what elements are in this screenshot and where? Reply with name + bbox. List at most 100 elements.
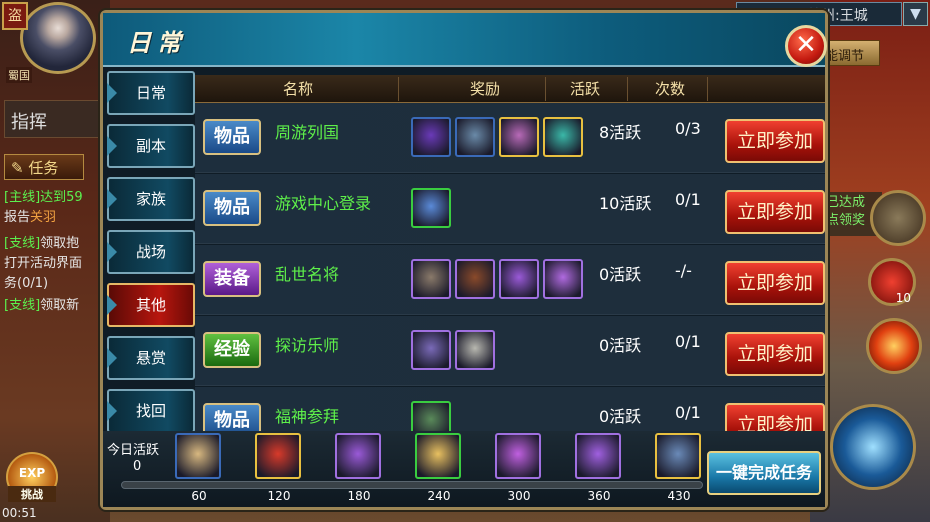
category-badge: 物品 — [203, 119, 261, 155]
milestone-points: 120 — [267, 489, 291, 503]
activity-name: 周游列国 — [275, 123, 340, 142]
milestone-points: 360 — [587, 489, 611, 503]
purple-crystal-icon[interactable] — [335, 433, 381, 479]
scroll-icon[interactable] — [499, 117, 539, 157]
armor-set-icon[interactable] — [655, 433, 701, 479]
crystal-cube-icon[interactable] — [455, 117, 495, 157]
purple-gem-icon[interactable] — [575, 433, 621, 479]
quest-side-1[interactable]: [支线]领取抱 — [4, 234, 104, 254]
quest-tag: [支线] — [4, 236, 41, 251]
purple-orb-icon[interactable] — [411, 117, 451, 157]
attempt-count: -/- — [675, 261, 692, 280]
header-reward: 奖励 — [469, 80, 500, 98]
red-gift-icon[interactable] — [255, 433, 301, 479]
header-divider — [398, 77, 399, 101]
progress-track — [121, 481, 703, 489]
command-label: 指挥 — [11, 112, 47, 133]
table-row: 经验 探访乐师 0活跃 0/1 立即参加 — [195, 316, 825, 386]
quest-npc: 关羽 — [30, 210, 57, 225]
fire-skill-icon[interactable] — [866, 318, 922, 374]
activity-name: 游戏中心登录 — [275, 194, 372, 213]
general-figure-icon[interactable] — [411, 259, 451, 299]
country-label: 蜀国 — [6, 67, 32, 83]
task-tab-label: 任务 — [28, 159, 59, 177]
tab-4[interactable]: 其他 — [107, 283, 195, 327]
join-button[interactable]: 立即参加 — [725, 261, 825, 305]
quest-line: 报告 — [4, 210, 31, 225]
task-tab-button[interactable]: ✎ 任务 — [4, 154, 84, 180]
header-name: 名称 — [282, 80, 313, 98]
pink-shard-icon[interactable] — [495, 433, 541, 479]
festival-button[interactable]: 能调节 — [822, 40, 880, 66]
join-button[interactable]: 立即参加 — [725, 119, 825, 163]
exp-challenge-button[interactable]: EXP 挑战 — [6, 452, 58, 502]
join-button[interactable]: 立即参加 — [725, 403, 825, 431]
quick-complete-button[interactable]: 一键完成任务 — [707, 451, 821, 495]
purple-shard-icon[interactable] — [543, 259, 583, 299]
join-button[interactable]: 立即参加 — [725, 332, 825, 376]
exp-sub-label: 挑战 — [8, 486, 56, 502]
active-points: 0活跃 — [599, 336, 642, 355]
potion-skill-icon[interactable]: 10 — [868, 258, 916, 306]
panel-header: 日常 — [103, 13, 825, 67]
header-active: 活跃 — [569, 80, 600, 98]
active-points: 8活跃 — [599, 123, 642, 142]
table-row: 物品 周游列国 8活跃 0/3 立即参加 — [195, 103, 825, 173]
active-points: 0活跃 — [599, 265, 642, 284]
green-scroll-icon[interactable] — [411, 401, 451, 431]
scroll-chest-icon[interactable] — [175, 433, 221, 479]
milestone-points: 60 — [191, 489, 207, 503]
activity-name: 探访乐师 — [275, 336, 340, 355]
join-button[interactable]: 立即参加 — [725, 190, 825, 234]
clock: 00:51 — [2, 506, 37, 520]
player-portrait[interactable] — [20, 2, 96, 74]
table-row: 物品 福神参拜 0活跃 0/1 立即参加 — [195, 387, 825, 431]
header-count: 次数 — [654, 80, 685, 98]
command-button[interactable]: 指挥 — [4, 100, 100, 138]
quest-side-2[interactable]: [支线]领取新 — [4, 296, 104, 316]
quest-text: 领取抱 — [40, 236, 80, 251]
skill-count: 10 — [895, 291, 911, 305]
category-badge: 物品 — [203, 403, 261, 431]
exp-token-icon[interactable] — [411, 330, 451, 370]
milestone-points: 240 — [427, 489, 451, 503]
activity-progress-bar: 今日活跃 0 60 120 180 240 300 360 430 一键完成任务 — [103, 431, 825, 507]
exp-label: EXP — [18, 466, 46, 480]
milestone-points: 300 — [507, 489, 531, 503]
purple-crystal-icon[interactable] — [499, 259, 539, 299]
saddle-icon[interactable] — [455, 259, 495, 299]
tab-3[interactable]: 战场 — [107, 230, 195, 274]
quest-text: 领取新 — [40, 298, 80, 313]
attack-skill-icon[interactable] — [830, 404, 916, 490]
today-active-label: 今日活跃 — [107, 443, 160, 458]
tab-0[interactable]: 日常 — [107, 71, 195, 115]
header-divider — [545, 77, 546, 101]
quest-side-1-line3[interactable]: 务(0/1) — [4, 274, 104, 294]
today-active-value: 0 — [133, 459, 142, 474]
quest-main-line2[interactable]: 报告关羽 — [4, 208, 104, 228]
header-divider — [627, 77, 628, 101]
activity-table: 名称 奖励 活跃 次数 物品 周游列国 8活跃 0/3 立即参加 物品 游戏中心登录 10活跃… — [195, 75, 825, 431]
tab-5[interactable]: 悬赏 — [107, 336, 195, 380]
dragon-emblem-icon[interactable] — [870, 190, 926, 246]
quest-side-1-line2[interactable]: 打开活动界面 — [4, 254, 104, 274]
silver-coin-icon[interactable] — [455, 330, 495, 370]
gold-scroll-icon[interactable] — [415, 433, 461, 479]
guild-crest-icon: 盗 — [2, 2, 28, 30]
attempt-count: 0/1 — [675, 332, 701, 351]
tab-1[interactable]: 副本 — [107, 124, 195, 168]
gift-box-icon[interactable] — [411, 188, 451, 228]
attempt-count: 0/3 — [675, 119, 701, 138]
close-icon[interactable]: ✕ — [785, 25, 827, 67]
teal-scroll-icon[interactable] — [543, 117, 583, 157]
chevron-down-icon[interactable]: ▼ — [903, 2, 928, 26]
activity-name: 福神参拜 — [275, 407, 340, 426]
milestone-points: 430 — [667, 489, 691, 503]
active-points: 10活跃 — [599, 194, 652, 213]
panel-title: 日常 — [127, 29, 187, 57]
tab-6[interactable]: 找回 — [107, 389, 195, 433]
milestone-points: 180 — [347, 489, 371, 503]
table-row: 装备 乱世名将 0活跃 -/- 立即参加 — [195, 245, 825, 315]
tab-2[interactable]: 家族 — [107, 177, 195, 221]
quest-main[interactable]: [主线]达到59 — [4, 188, 104, 208]
